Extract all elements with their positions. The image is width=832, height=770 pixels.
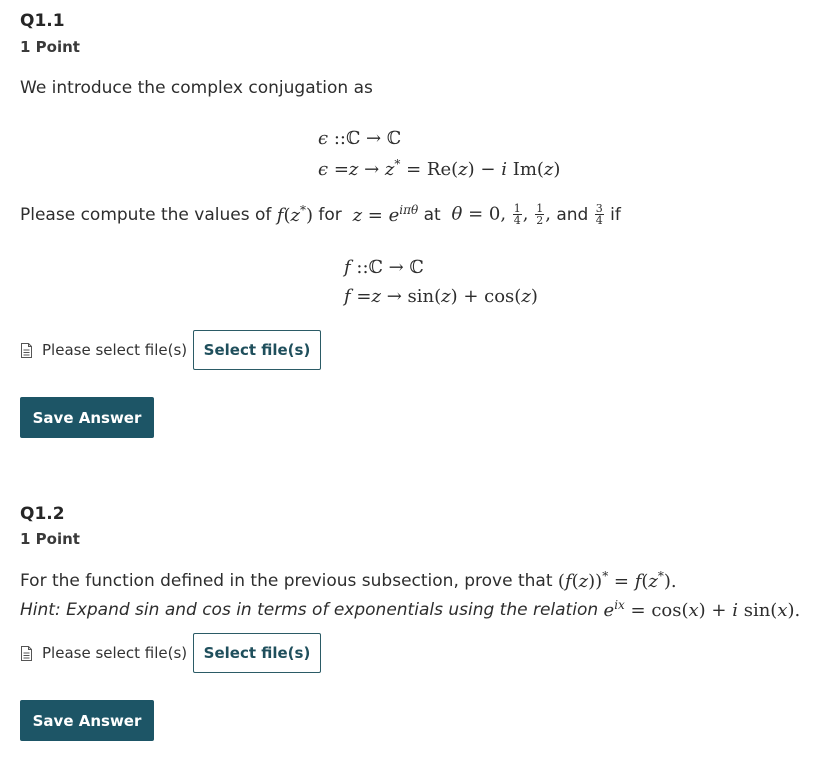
question-title-q1-2: Q1.2 — [20, 504, 65, 524]
intro-text: We introduce the complex conjugation as — [20, 78, 373, 98]
compute-instruction: Please compute the values of f(z*) for z… — [20, 203, 621, 226]
fraction-one-half: 12 — [535, 202, 545, 227]
document-icon — [20, 342, 33, 358]
prove-statement: For the function defined in the previous… — [20, 569, 677, 592]
file-prompt-q1-2: Please select file(s) — [20, 644, 187, 662]
conjugation-definition: ϵ =z → z* = Re(z) − i Im(z) — [318, 157, 561, 180]
file-prompt-label: Please select file(s) — [42, 341, 188, 359]
euler-relation: eix = cos(x) + i sin(x). — [603, 598, 801, 621]
file-prompt-label: Please select file(s) — [42, 644, 188, 662]
fraction-three-quarters: 34 — [594, 202, 604, 227]
question-points-q1-2: 1 Point — [20, 530, 80, 548]
hint-text: Hint: Expand sin and cos in terms of exp… — [20, 598, 800, 621]
f-definition: f =z → sin(z) + cos(z) — [344, 286, 538, 307]
hint-prefix: Hint: Expand sin and cos in terms of exp… — [20, 599, 599, 620]
file-prompt-q1-1: Please select file(s) — [20, 341, 187, 359]
compute-for: for — [312, 204, 348, 225]
compute-prefix: Please compute the values of — [20, 204, 272, 225]
f-signature: f ::ℂ → ℂ — [344, 257, 424, 278]
document-icon — [20, 645, 33, 661]
save-answer-button-q1-2[interactable]: Save Answer — [20, 700, 154, 741]
save-answer-button-q1-1[interactable]: Save Answer — [20, 397, 154, 438]
prove-equation: (f(z))* = f(z*). — [557, 569, 677, 592]
select-files-button-q1-1[interactable]: Select file(s) — [193, 330, 321, 370]
select-files-button-q1-2[interactable]: Select file(s) — [193, 633, 321, 673]
z-definition: z = eiπθ — [352, 203, 419, 226]
question-points-q1-1: 1 Point — [20, 38, 80, 56]
compute-at: at — [418, 204, 447, 225]
fraction-one-quarter: 14 — [512, 202, 522, 227]
compute-and: and — [556, 204, 589, 225]
question-title-q1-1: Q1.1 — [20, 11, 65, 31]
compute-if: if — [610, 204, 621, 225]
theta-values: θ = 0, 14, 12, — [451, 202, 551, 227]
conjugation-signature: ϵ ::ℂ → ℂ — [318, 128, 402, 149]
f-of-zstar: f(z*) — [276, 203, 313, 226]
prove-prefix: For the function defined in the previous… — [20, 570, 553, 591]
